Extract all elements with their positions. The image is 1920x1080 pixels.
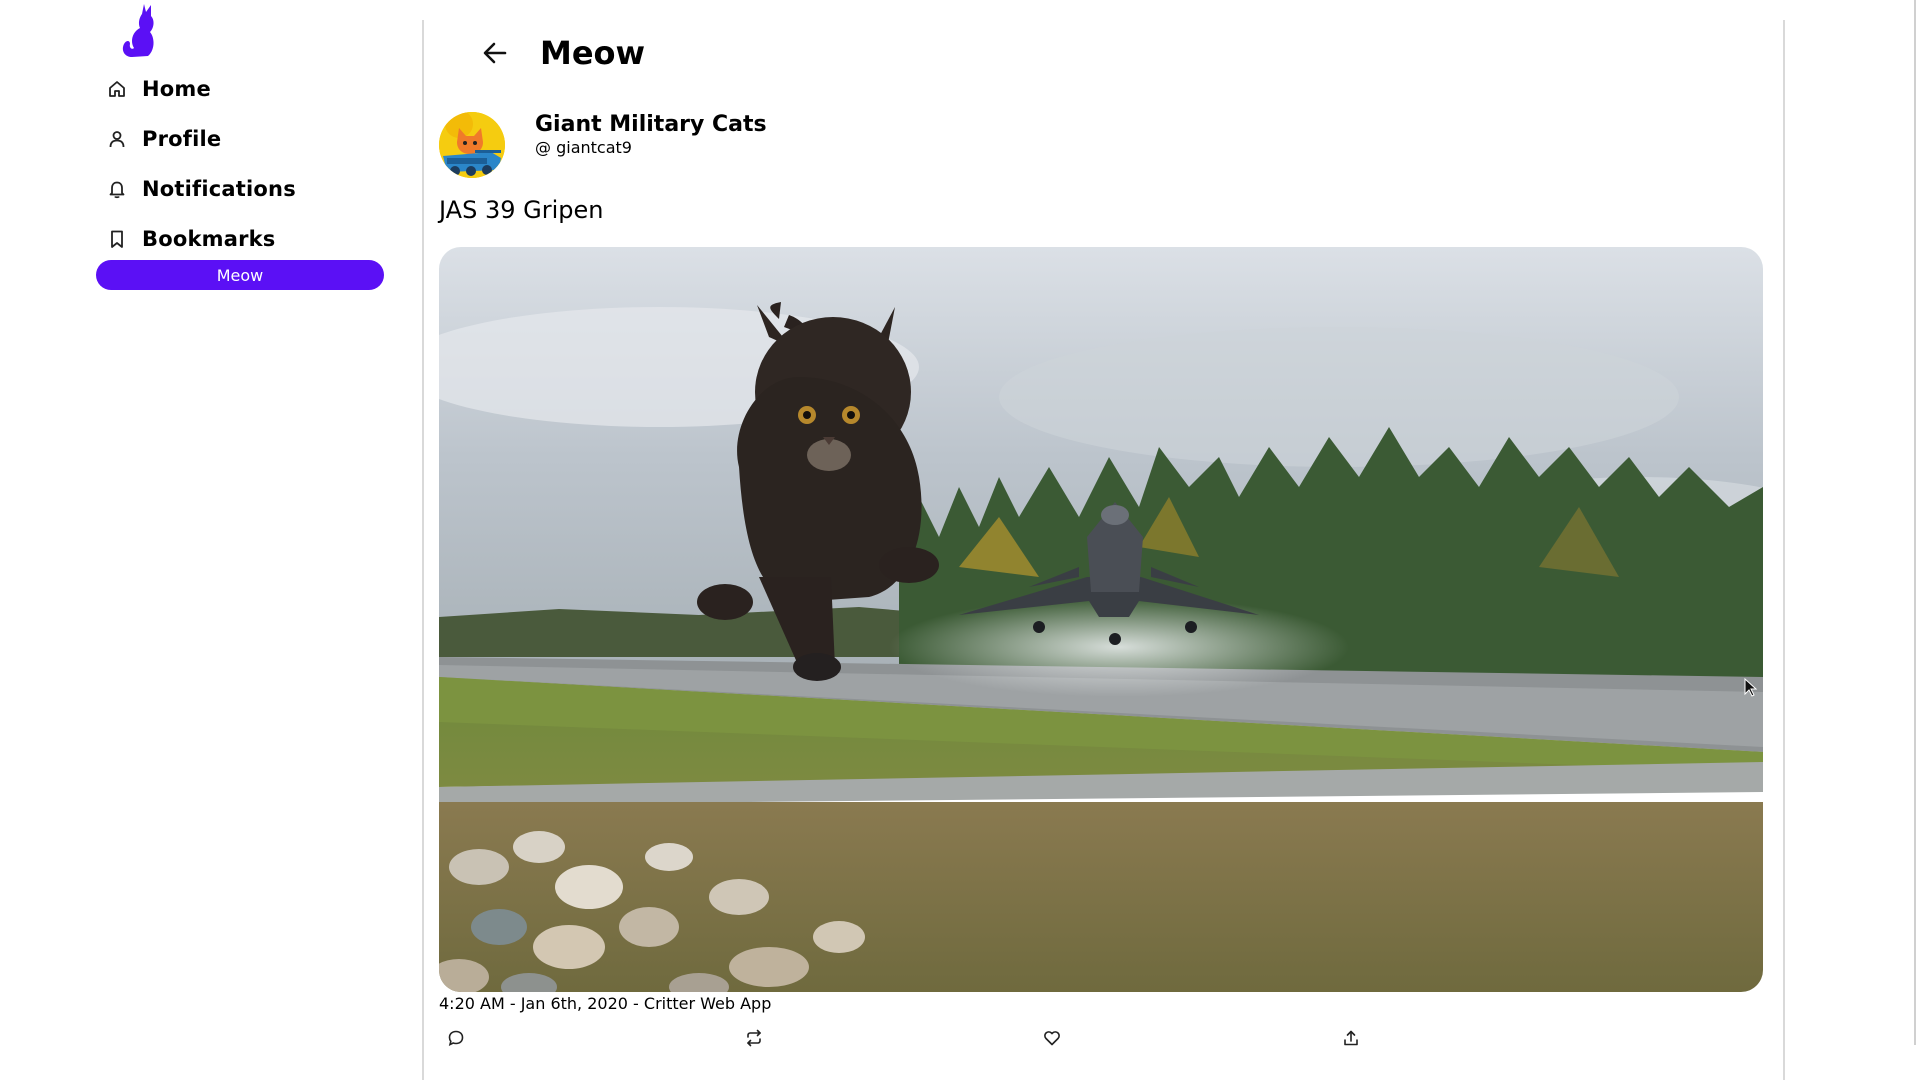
heart-icon (1044, 1031, 1060, 1046)
bell-icon (106, 178, 128, 200)
column-divider (1783, 20, 1785, 1080)
author-text: Giant Military Cats @ giantcat9 (535, 112, 767, 158)
post-text: JAS 39 Gripen (439, 196, 604, 224)
user-icon (106, 128, 128, 150)
sidebar-item-bookmarks[interactable]: Bookmarks (106, 214, 366, 264)
post-author: Giant Military Cats @ giantcat9 (439, 112, 767, 178)
sidebar-item-profile[interactable]: Profile (106, 114, 366, 164)
page-title: Meow (540, 34, 646, 72)
like-button[interactable] (1040, 1026, 1064, 1050)
back-button[interactable] (478, 36, 512, 70)
scrollbar[interactable] (1914, 0, 1916, 1045)
share-button[interactable] (1339, 1026, 1363, 1050)
post-image[interactable] (439, 247, 1763, 992)
cat-logo-icon[interactable] (120, 2, 156, 58)
sidebar-item-label: Notifications (142, 177, 296, 201)
home-icon (106, 78, 128, 100)
sidebar-nav: Home Profile Notifications Bookmarks (106, 64, 366, 264)
avatar[interactable] (439, 112, 505, 178)
sidebar-item-label: Profile (142, 127, 222, 151)
sidebar-item-home[interactable]: Home (106, 64, 366, 114)
column-divider (422, 20, 424, 1080)
compose-meow-button[interactable]: Meow (96, 260, 384, 290)
sidebar-item-label: Bookmarks (142, 227, 276, 251)
arrow-left-icon (483, 42, 507, 64)
retweet-button[interactable] (742, 1026, 766, 1050)
author-name[interactable]: Giant Military Cats (535, 112, 767, 138)
sidebar-item-notifications[interactable]: Notifications (106, 164, 366, 214)
retweet-icon (747, 1029, 761, 1047)
reply-icon (448, 1030, 464, 1046)
share-icon (1344, 1030, 1358, 1046)
page-header: Meow (478, 34, 645, 72)
sidebar-item-label: Home (142, 77, 211, 101)
mouse-cursor-icon (1744, 678, 1758, 697)
author-handle: @ giantcat9 (535, 138, 632, 157)
post-meta: 4:20 AM - Jan 6th, 2020 - Critter Web Ap… (439, 994, 772, 1013)
reply-button[interactable] (444, 1026, 468, 1050)
bookmark-icon (106, 228, 128, 250)
